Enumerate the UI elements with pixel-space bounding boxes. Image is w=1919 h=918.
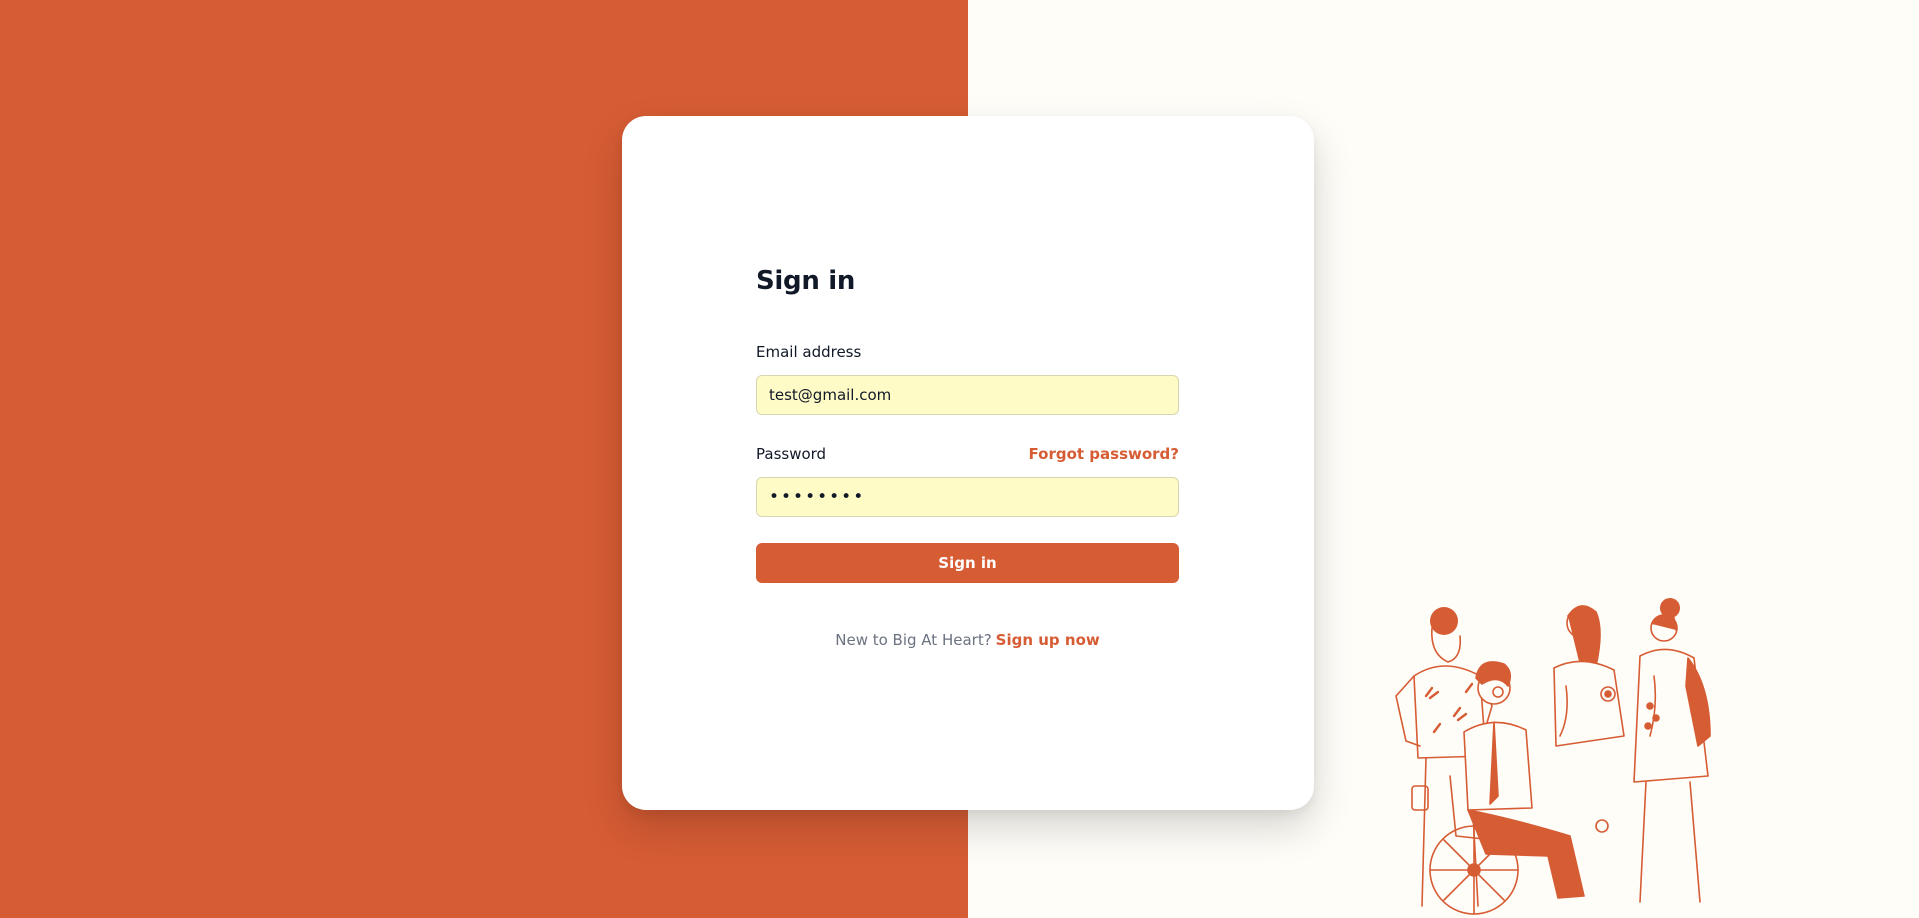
password-field[interactable] xyxy=(756,477,1179,517)
signin-card: Sign in Email address Password Forgot pa… xyxy=(622,116,1314,810)
signin-form: Sign in Email address Password Forgot pa… xyxy=(756,266,1179,649)
people-group-illustration xyxy=(1395,598,1711,915)
forgot-password-link[interactable]: Forgot password? xyxy=(1029,445,1180,463)
signup-prompt: New to Big At Heart? Sign up now xyxy=(756,631,1179,649)
email-label: Email address xyxy=(756,343,862,361)
sign-in-button[interactable]: Sign in xyxy=(756,543,1179,583)
sign-up-link[interactable]: Sign up now xyxy=(996,631,1100,649)
password-label: Password xyxy=(756,445,827,463)
email-field[interactable] xyxy=(756,375,1179,415)
signup-prompt-text: New to Big At Heart? xyxy=(835,631,992,649)
password-label-row: Password Forgot password? xyxy=(756,445,1179,463)
page-title: Sign in xyxy=(756,266,856,296)
email-label-row: Email address xyxy=(756,343,1179,361)
